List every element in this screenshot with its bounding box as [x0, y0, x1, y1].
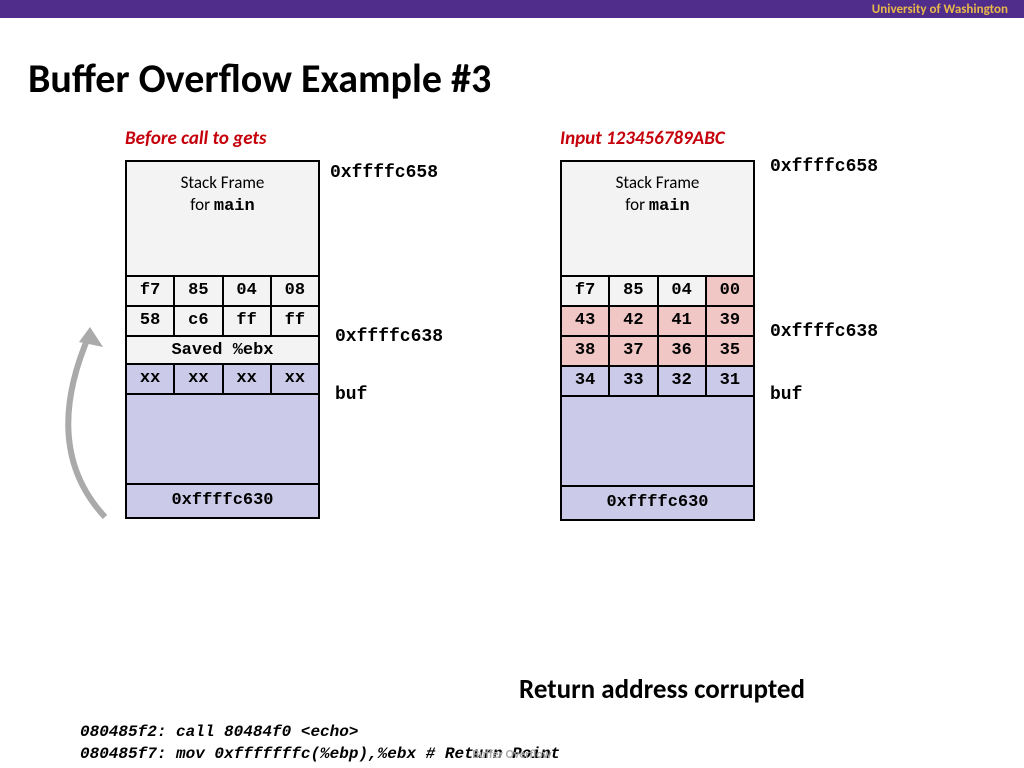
right-buf-row: 34 33 32 31	[562, 367, 753, 397]
top-bar: University of Washington	[0, 0, 1024, 18]
org-label: University of Washington	[872, 2, 1008, 17]
right-spacer	[562, 397, 753, 487]
right-row3: 38 37 36 35	[562, 337, 753, 367]
right-bottom-addr: 0xffffc630	[562, 487, 753, 519]
left-buf-row: xx xx xx xx	[127, 365, 318, 395]
right-subtitle: Input 123456789ABC	[560, 127, 755, 150]
left-subtitle: Before call to gets	[125, 127, 320, 150]
right-row2: 43 42 41 39	[562, 307, 753, 337]
right-addr-mid: 0xffffc638	[770, 322, 878, 342]
right-row1: f7 85 04 00	[562, 277, 753, 307]
left-row1: f7 85 04 08	[127, 277, 318, 307]
diagram-area: Before call to gets Stack Frame for main…	[0, 127, 1024, 647]
left-addr-top: 0xffffc658	[330, 163, 438, 183]
right-column: Input 123456789ABC Stack Frame for main …	[560, 127, 755, 521]
left-bottom-addr: 0xffffc630	[127, 485, 318, 517]
left-addr-mid: 0xffffc638	[335, 327, 443, 347]
right-addr-top: 0xffffc658	[770, 157, 878, 177]
left-addr-buf: buf	[335, 385, 367, 405]
left-row2: 58 c6 ff ff	[127, 307, 318, 337]
code-line-1: 080485f2: call 80484f0 <echo>	[80, 722, 1024, 744]
left-column: Before call to gets Stack Frame for main…	[125, 127, 320, 519]
slide-title: Buffer Overflow Example #3	[28, 54, 1024, 103]
left-spacer	[127, 395, 318, 485]
right-stack-frame: Stack Frame for main	[562, 162, 753, 277]
left-saved-ebx: Saved %ebx	[127, 337, 318, 365]
right-addr-buf: buf	[770, 385, 802, 405]
return-corrupted-label: Return address corrupted	[300, 673, 1024, 706]
right-stack: Stack Frame for main f7 85 04 00 43 42 4…	[560, 160, 755, 521]
left-stack-frame: Stack Frame for main	[127, 162, 318, 277]
left-stack: Stack Frame for main f7 85 04 08 58 c6 f…	[125, 160, 320, 519]
footer-label: Buffer Overflow	[0, 748, 1024, 762]
return-arrow	[35, 327, 135, 527]
